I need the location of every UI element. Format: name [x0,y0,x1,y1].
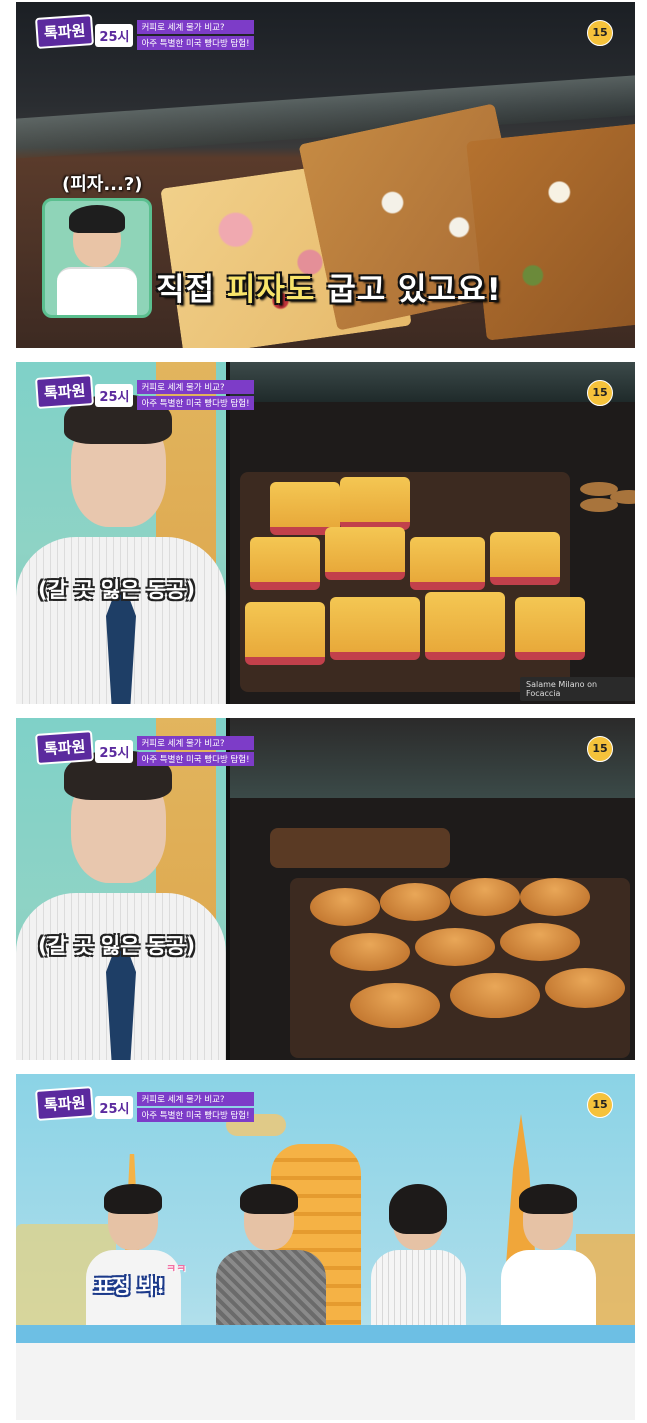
age-rating-badge: 15 [587,1092,613,1118]
host-4 [501,1184,596,1345]
focaccia-sandwich [425,592,505,660]
episode-subtitle-line1: 커피로 세계 물가 비교? [137,20,254,34]
studio-panel: (갈 곳 잃은 동공) [16,362,226,704]
focaccia-sandwich [325,527,405,580]
thumb-hair [69,205,125,233]
focaccia-sandwich [250,537,320,590]
focaccia-sandwich [515,597,585,660]
frame-pizza-case: 톡파원 25시 커피로 세계 물가 비교? 아주 특별한 미국 빵다방 탐험! … [16,2,635,348]
episode-subtitle: 커피로 세계 물가 비교? 아주 특별한 미국 빵다방 탐험! [137,1092,254,1124]
reaction-caption: (갈 곳 잃은 동공) [38,934,196,958]
episode-subtitle: 커피로 세계 물가 비교? 아주 특별한 미국 빵다방 탐험! [137,20,254,52]
croissant-sandwich [350,983,440,1028]
focaccia-sandwich [490,532,560,585]
display-glass [230,362,635,402]
logo-number: 25시 [95,24,134,47]
episode-subtitle-line1: 커피로 세계 물가 비교? [137,380,254,394]
episode-subtitle-line2: 아주 특별한 미국 빵다방 탐험! [137,396,254,410]
croissant-sandwich [520,878,590,916]
host-4-hair [519,1184,577,1214]
croissant-sandwich [450,973,540,1018]
thumb-body [57,267,137,315]
logo-number: 25시 [95,740,134,763]
frame-croissant: (갈 곳 잃은 동공) 톡파원 25시 커피로 세계 물가 비교? 아주 특별한… [16,718,635,1060]
logo-number: 25시 [95,384,134,407]
age-rating-badge: 15 [587,736,613,762]
thumb-reaction-label: (피자...?) [62,174,143,195]
host-3 [371,1184,466,1345]
croissant-sandwich [310,888,380,926]
subtitle-highlight: 피자도 [226,272,316,308]
show-logo: 톡파원 25시 커피로 세계 물가 비교? 아주 특별한 미국 빵다방 탐험! [34,730,254,768]
age-rating-badge: 15 [587,380,613,406]
croissant-sandwich [545,968,625,1008]
host-2 [216,1184,326,1345]
episode-subtitle-line1: 커피로 세계 물가 비교? [137,736,254,750]
episode-subtitle-line1: 커피로 세계 물가 비교? [137,1092,254,1106]
age-rating-badge: 15 [587,20,613,46]
logo-number: 25시 [95,1096,134,1119]
laugh-caption: ㅋㅋ [166,1262,187,1275]
frame-studio: ㅋㅋ 표정 봐! 톡파원 25시 커피로 세계 물가 비교? 아주 특별한 미국… [16,1074,635,1420]
studio-desk [16,1325,635,1420]
reaction-caption: 표정 봐! [94,1274,166,1298]
show-logo: 톡파원 25시 커피로 세계 물가 비교? 아주 특별한 미국 빵다방 탐험! [34,374,254,412]
product-label-card: Salame Milano on Focaccia [520,677,635,701]
croissant-sandwich [415,928,495,966]
show-logo: 톡파원 25시 커피로 세계 물가 비교? 아주 특별한 미국 빵다방 탐험! [34,14,254,52]
episode-subtitle: 커피로 세계 물가 비교? 아주 특별한 미국 빵다방 탐험! [137,380,254,412]
episode-subtitle: 커피로 세계 물가 비교? 아주 특별한 미국 빵다방 탐험! [137,736,254,768]
croissant-sandwich [380,883,450,921]
focaccia-sandwich [245,602,325,665]
logo-main-text: 톡파원 [34,1086,95,1121]
subtitle-part2: 굽고 있고요! [315,272,502,308]
croissant-sandwich [330,933,410,971]
panelist-tie [106,592,136,704]
host-2-hair [240,1184,298,1214]
croissant-sandwich [450,878,520,916]
studio-panel: (갈 곳 잃은 동공) [16,718,226,1060]
display-glass [230,718,635,798]
episode-subtitle-line2: 아주 특별한 미국 빵다방 탐험! [137,1108,254,1122]
logo-main-text: 톡파원 [34,14,95,49]
episode-subtitle-line2: 아주 특별한 미국 빵다방 탐험! [137,36,254,50]
logo-main-text: 톡파원 [34,730,95,765]
focaccia-sandwich [410,537,485,590]
focaccia-sandwich [330,597,420,660]
show-logo: 톡파원 25시 커피로 세계 물가 비교? 아주 특별한 미국 빵다방 탐험! [34,1086,254,1124]
panelist-tie [106,948,136,1060]
frame-focaccia: (갈 곳 잃은 동공) Salame Milano on Focaccia 톡파… [16,362,635,704]
host-3-hair [389,1184,447,1234]
episode-subtitle-line2: 아주 특별한 미국 빵다방 탐험! [137,752,254,766]
reaction-caption: (갈 곳 잃은 동공) [38,578,196,602]
pizza-board [270,828,450,868]
focaccia-sandwich [340,477,410,530]
subtitle-caption: 직접 피자도 굽고 있고요! [156,264,502,309]
host-1-hair [104,1184,162,1214]
subtitle-part1: 직접 [156,272,227,308]
croissant-sandwich [500,923,580,961]
logo-main-text: 톡파원 [34,374,95,409]
bakery-case-view: Salame Milano on Focaccia [230,362,635,704]
reaction-thumbnail [42,198,152,318]
bakery-case-view [230,718,635,1060]
